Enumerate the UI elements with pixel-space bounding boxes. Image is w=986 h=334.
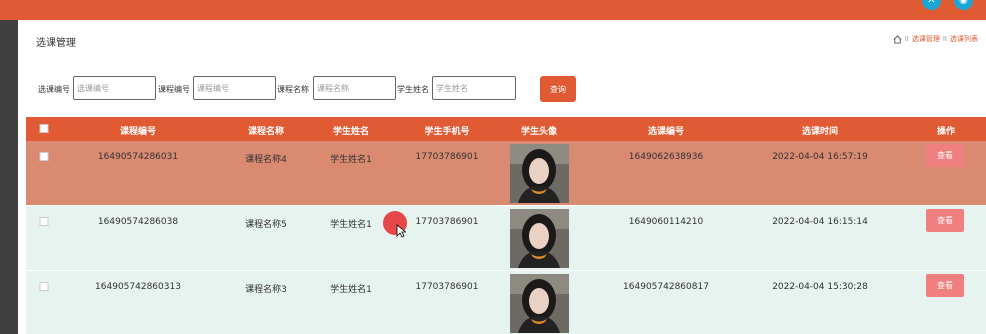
breadcrumb: II 选课管理 II 选课列表 [893, 34, 978, 44]
tools-icon[interactable]: ✕ [922, 0, 941, 10]
select-no-cell: 1649060114210 [628, 217, 704, 227]
column-header: 学生手机号 [424, 127, 470, 137]
mouse-pointer-icon [396, 224, 406, 238]
home-icon[interactable] [893, 34, 902, 44]
table-row[interactable]: 164905742860313 课程名称3 学生姓名1 17703786901 … [26, 271, 986, 334]
breadcrumb-item[interactable]: 选课列表 [950, 34, 978, 44]
course-name-cell: 课程名称5 [245, 220, 287, 230]
column-header: 操作 [936, 127, 956, 137]
breadcrumb-separator: II [904, 35, 909, 43]
student-name-input[interactable] [432, 76, 516, 100]
top-bar: ✕ ◉ [0, 0, 986, 20]
course-no-input[interactable] [193, 76, 276, 100]
course-no-cell: 16490574286031 [97, 152, 179, 162]
phone-cell: 17703786901 [415, 282, 479, 292]
select-time-cell: 2022-04-04 15:30:28 [772, 282, 868, 292]
row-checkbox[interactable] [39, 217, 49, 226]
course-no-cell: 164905742860313 [95, 282, 181, 292]
course-no-cell: 16490574286038 [97, 217, 179, 227]
phone-cell: 17703786901 [415, 217, 479, 227]
search-label-course-name: 课程名称 [277, 85, 309, 94]
view-button[interactable]: 查看 [926, 209, 964, 232]
course-name-cell: 课程名称3 [245, 285, 287, 295]
course-name-cell: 课程名称4 [245, 155, 287, 165]
select-time-cell: 2022-04-04 16:15:14 [772, 217, 868, 227]
student-avatar [510, 144, 569, 203]
row-checkbox[interactable] [39, 152, 49, 161]
select-no-cell: 1649062638936 [628, 152, 704, 162]
phone-cell: 17703786901 [415, 152, 479, 162]
search-bar: 选课编号 课程编号 课程名称 学生姓名 查询 [18, 76, 986, 102]
column-header: 学生头像 [520, 127, 558, 137]
main-content: 选课管理 II 选课管理 II 选课列表 选课编号 课程编号 课程名称 学生姓名… [18, 20, 986, 334]
column-header: 选课时间 [801, 127, 839, 137]
view-button[interactable]: 查看 [926, 144, 964, 167]
select-no-input[interactable] [73, 76, 156, 100]
student-avatar [510, 209, 569, 268]
view-button[interactable]: 查看 [926, 274, 964, 297]
column-header: 学生姓名 [332, 127, 370, 137]
query-button[interactable]: 查询 [540, 76, 576, 102]
column-header: 选课编号 [647, 127, 685, 137]
search-label-select-no: 选课编号 [38, 85, 70, 94]
page-title: 选课管理 [36, 38, 76, 49]
column-header: 课程编号 [119, 127, 157, 137]
student-name-cell: 学生姓名1 [330, 220, 372, 230]
column-header: 课程名称 [247, 127, 285, 137]
breadcrumb-item[interactable]: 选课管理 [912, 34, 940, 44]
table-row[interactable]: 16490574286031 课程名称4 学生姓名1 17703786901 1… [26, 141, 986, 206]
search-label-course-no: 课程编号 [158, 85, 190, 94]
select-no-cell: 164905742860817 [623, 282, 709, 292]
search-label-student-name: 学生姓名 [397, 85, 429, 94]
table-row[interactable]: 16490574286038 课程名称5 学生姓名1 17703786901 1… [26, 206, 986, 271]
row-checkbox[interactable] [39, 282, 49, 291]
course-name-input[interactable] [313, 76, 396, 100]
select-all-checkbox[interactable] [39, 124, 49, 133]
table-header: 课程编号 课程名称 学生姓名 学生手机号 学生头像 选课编号 选课时间 操作 [26, 117, 986, 141]
breadcrumb-separator: II [942, 35, 947, 43]
student-name-cell: 学生姓名1 [330, 285, 372, 295]
student-name-cell: 学生姓名1 [330, 155, 372, 165]
student-avatar [510, 274, 569, 333]
sidebar [0, 20, 18, 334]
user-icon[interactable]: ◉ [954, 0, 973, 10]
select-time-cell: 2022-04-04 16:57:19 [772, 152, 868, 162]
